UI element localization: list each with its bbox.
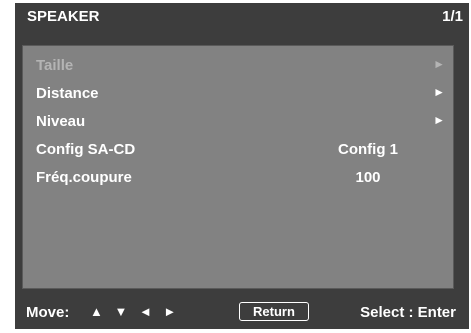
direction-arrows-icon: ▲ ▼ ◄ ►: [90, 304, 181, 319]
right-triangle-icon: ►: [433, 113, 445, 127]
menu-header: SPEAKER 1/1: [15, 3, 469, 29]
menu-title: SPEAKER: [27, 8, 100, 25]
menu-item-value: 100: [355, 169, 381, 186]
speaker-osd: SPEAKER 1/1 Taille ► Distance ► Niveau ►…: [15, 3, 469, 329]
select-hint: Select : Enter: [360, 304, 456, 321]
menu-item-label: Taille: [36, 57, 74, 74]
menu-item-niveau[interactable]: Niveau ►: [23, 110, 453, 132]
menu-item-label: Distance: [36, 85, 99, 102]
return-button[interactable]: Return: [239, 302, 309, 321]
menu-item-freq-coupure[interactable]: Fréq.coupure 100: [23, 166, 453, 188]
right-triangle-icon: ►: [433, 57, 445, 71]
navigation-footer: Move: ▲ ▼ ◄ ► Return Select : Enter: [15, 299, 469, 327]
menu-item-label: Fréq.coupure: [36, 169, 132, 186]
menu-item-value: Config 1: [338, 141, 398, 158]
menu-item-config-sacd[interactable]: Config SA-CD Config 1: [23, 138, 453, 160]
menu-item-distance[interactable]: Distance ►: [23, 82, 453, 104]
menu-item-label: Niveau: [36, 113, 86, 130]
menu-panel: Taille ► Distance ► Niveau ► Config SA-C…: [22, 45, 454, 289]
menu-item-taille[interactable]: Taille ►: [23, 54, 453, 76]
right-triangle-icon: ►: [433, 85, 445, 99]
page-indicator: 1/1: [442, 8, 463, 25]
move-label: Move:: [26, 304, 70, 321]
menu-item-label: Config SA-CD: [36, 141, 136, 158]
